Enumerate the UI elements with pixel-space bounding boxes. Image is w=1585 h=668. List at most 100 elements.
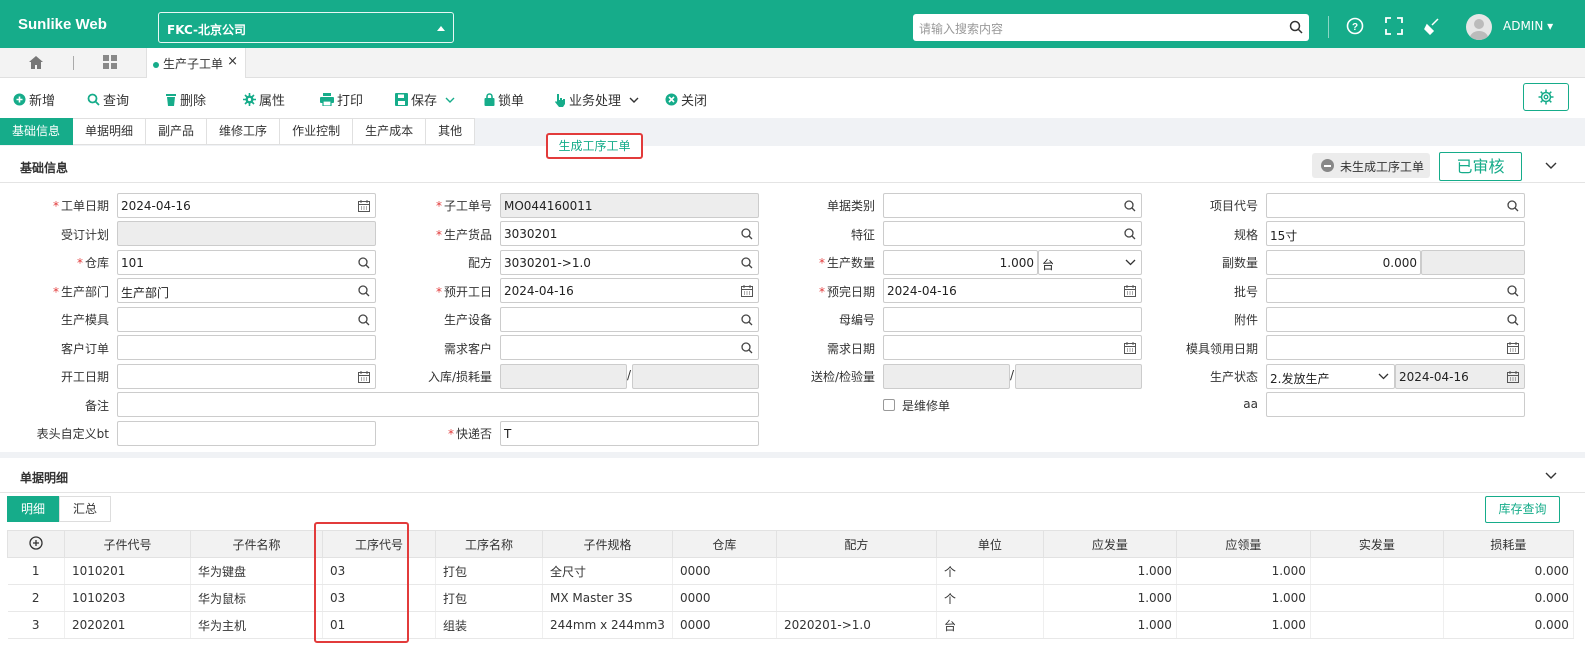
cell-loss-qty[interactable]: 0.000 bbox=[1443, 557, 1574, 585]
cell-spec[interactable]: MX Master 3S bbox=[542, 584, 673, 612]
chevron-down-icon[interactable] bbox=[1545, 472, 1557, 480]
cell-loss-qty[interactable]: 0.000 bbox=[1443, 611, 1574, 639]
search-input[interactable]: 请输入搜索内容 bbox=[913, 14, 1309, 41]
sub-qty-field[interactable]: 0.000 bbox=[1266, 250, 1421, 275]
equipment-field[interactable] bbox=[500, 307, 759, 332]
home-icon[interactable] bbox=[28, 55, 44, 70]
col-header-issue-qty[interactable]: 应发量 bbox=[1042, 530, 1177, 558]
prod-status-select[interactable]: 2.发放生产 bbox=[1266, 364, 1395, 389]
search-icon[interactable] bbox=[358, 314, 370, 326]
demand-date-field[interactable] bbox=[883, 335, 1142, 360]
aa-field[interactable] bbox=[1266, 392, 1525, 417]
col-header-need-qty[interactable]: 应领量 bbox=[1175, 530, 1311, 558]
cell-unit[interactable]: 个 bbox=[936, 584, 1044, 612]
tab-sub-work-order[interactable]: 生产子工单 × bbox=[146, 48, 246, 78]
close-button[interactable]: 关闭 bbox=[665, 90, 707, 109]
mold-field[interactable] bbox=[117, 307, 376, 332]
project-code-field[interactable] bbox=[1266, 193, 1525, 218]
col-header-warehouse[interactable]: 仓库 bbox=[671, 530, 777, 558]
quantity-field[interactable]: 1.000 bbox=[883, 250, 1038, 275]
mold-receive-date-field[interactable] bbox=[1266, 335, 1525, 360]
search-icon[interactable] bbox=[1124, 228, 1136, 240]
chevron-down-icon[interactable] bbox=[1545, 162, 1557, 170]
tab-detail[interactable]: 明细 bbox=[7, 496, 60, 522]
tab-byproduct[interactable]: 副产品 bbox=[146, 118, 208, 145]
fullscreen-icon[interactable] bbox=[1385, 17, 1403, 35]
generate-process-order-menu-item[interactable]: 生成工序工单 bbox=[546, 133, 643, 159]
table-row[interactable]: 2 1010203 华为鼠标 03 打包 MX Master 3S 0000 个… bbox=[7, 584, 1574, 612]
cell-name[interactable]: 华为鼠标 bbox=[190, 584, 323, 612]
cell-name[interactable]: 华为键盘 bbox=[190, 557, 323, 585]
calendar-icon[interactable] bbox=[358, 371, 370, 383]
business-menu-button[interactable]: 业务处理 bbox=[554, 90, 640, 109]
search-icon[interactable] bbox=[1289, 20, 1303, 34]
plan-start-field[interactable]: 2024-04-16 bbox=[500, 278, 759, 303]
company-select[interactable]: FKC-北京公司 bbox=[158, 12, 454, 43]
tab-summary[interactable]: 汇总 bbox=[59, 496, 112, 522]
feature-field[interactable] bbox=[883, 221, 1142, 246]
user-menu[interactable]: ADMIN ▾ bbox=[1503, 19, 1553, 33]
attachment-field[interactable] bbox=[1266, 307, 1525, 332]
search-icon[interactable] bbox=[358, 257, 370, 269]
search-icon[interactable] bbox=[1507, 200, 1519, 212]
tab-basic-info[interactable]: 基础信息 bbox=[0, 118, 74, 145]
settings-button[interactable] bbox=[1523, 83, 1569, 111]
tab-other[interactable]: 其他 bbox=[426, 118, 476, 145]
search-icon[interactable] bbox=[1507, 314, 1519, 326]
cell-spec[interactable]: 244mm x 244mm3 bbox=[542, 611, 673, 639]
cell-need-qty[interactable]: 1.000 bbox=[1176, 557, 1311, 585]
stock-query-button[interactable]: 库存查询 bbox=[1485, 496, 1560, 523]
cell-name[interactable]: 华为主机 bbox=[190, 611, 323, 639]
table-row[interactable]: 3 2020201 华为主机 01 组装 244mm x 244mm3 0000… bbox=[7, 611, 1574, 639]
parent-no-field[interactable] bbox=[883, 307, 1142, 332]
cell-need-qty[interactable]: 1.000 bbox=[1176, 584, 1311, 612]
cell-code[interactable]: 1010203 bbox=[64, 584, 191, 612]
help-icon[interactable]: ? bbox=[1346, 17, 1364, 35]
plus-circle-icon[interactable] bbox=[29, 535, 43, 550]
cell-code[interactable]: 1010201 bbox=[64, 557, 191, 585]
col-header-name[interactable]: 子件名称 bbox=[190, 530, 323, 558]
calendar-icon[interactable] bbox=[741, 285, 753, 297]
cell-recipe[interactable] bbox=[776, 557, 937, 585]
customer-order-field[interactable] bbox=[117, 335, 376, 360]
apps-grid-icon[interactable] bbox=[103, 55, 118, 70]
new-button[interactable]: 新增 bbox=[13, 90, 55, 109]
cell-warehouse[interactable]: 0000 bbox=[672, 557, 777, 585]
delete-button[interactable]: 删除 bbox=[165, 90, 206, 109]
col-header-recipe[interactable]: 配方 bbox=[775, 530, 937, 558]
unit-select[interactable]: 台 bbox=[1038, 250, 1142, 275]
cell-actual-qty[interactable] bbox=[1310, 557, 1444, 585]
work-date-field[interactable]: 2024-04-16 bbox=[117, 193, 376, 218]
clean-icon[interactable] bbox=[1423, 17, 1441, 35]
lock-button[interactable]: 锁单 bbox=[484, 90, 524, 109]
close-tab-icon[interactable]: × bbox=[227, 54, 238, 69]
col-header-actual-qty[interactable]: 实发量 bbox=[1309, 530, 1444, 558]
calendar-icon[interactable] bbox=[1124, 342, 1136, 354]
plan-end-field[interactable]: 2024-04-16 bbox=[883, 278, 1142, 303]
cell-spec[interactable]: 全尺寸 bbox=[542, 557, 673, 585]
doc-type-field[interactable] bbox=[883, 193, 1142, 218]
chevron-down-icon[interactable] bbox=[444, 95, 456, 105]
search-icon[interactable] bbox=[741, 257, 753, 269]
search-icon[interactable] bbox=[358, 285, 370, 297]
express-field[interactable]: T bbox=[500, 421, 759, 446]
table-row[interactable]: 1 1010201 华为键盘 03 打包 全尺寸 0000 个 1.000 1.… bbox=[7, 557, 1574, 585]
col-header-loss-qty[interactable]: 损耗量 bbox=[1442, 530, 1574, 558]
cell-process-name[interactable]: 组装 bbox=[435, 611, 543, 639]
cell-actual-qty[interactable] bbox=[1310, 584, 1444, 612]
avatar[interactable] bbox=[1466, 14, 1492, 40]
cell-need-qty[interactable]: 1.000 bbox=[1176, 611, 1311, 639]
cell-unit[interactable]: 个 bbox=[936, 557, 1044, 585]
cell-actual-qty[interactable] bbox=[1310, 611, 1444, 639]
save-button[interactable]: 保存 bbox=[395, 90, 456, 109]
search-icon[interactable] bbox=[1507, 285, 1519, 297]
tab-repair-process[interactable]: 维修工序 bbox=[207, 118, 281, 145]
properties-button[interactable]: 属性 bbox=[243, 90, 285, 109]
calendar-icon[interactable] bbox=[1124, 285, 1136, 297]
cell-issue-qty[interactable]: 1.000 bbox=[1043, 584, 1177, 612]
tab-job-control[interactable]: 作业控制 bbox=[280, 118, 354, 145]
col-header-code[interactable]: 子件代号 bbox=[64, 530, 191, 558]
query-button[interactable]: 查询 bbox=[87, 90, 129, 109]
tab-production-cost[interactable]: 生产成本 bbox=[353, 118, 427, 145]
print-button[interactable]: 打印 bbox=[320, 90, 363, 109]
